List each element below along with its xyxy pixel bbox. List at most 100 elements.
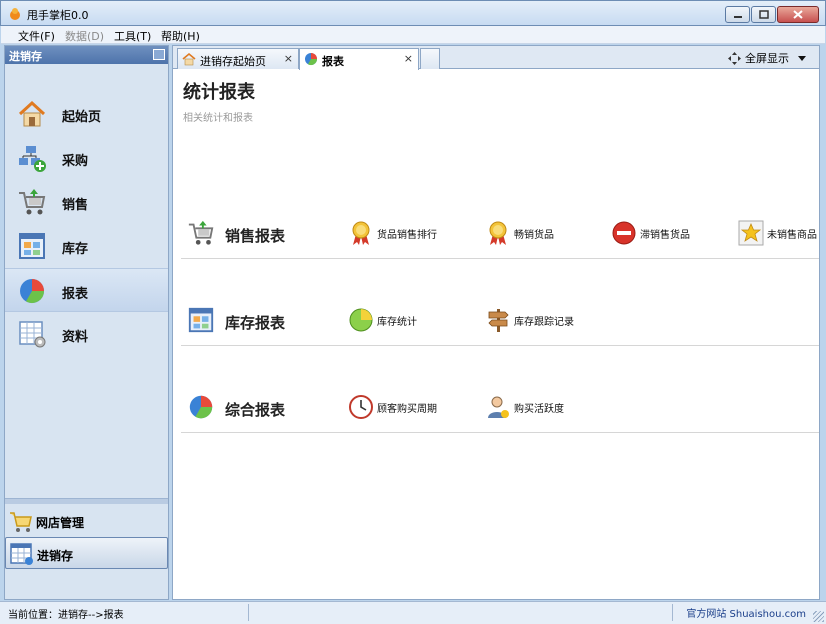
page-title: 统计报表 xyxy=(183,82,255,103)
link-inventory-statistics[interactable]: 库存统计 xyxy=(348,306,417,334)
panel-splitter[interactable] xyxy=(5,498,168,504)
module-shop-management[interactable]: 网店管理 xyxy=(5,505,168,537)
link-product-sales-ranking[interactable]: 货品销售排行 xyxy=(348,219,437,247)
status-bar: 当前位置：进销存-->报表 官方网站 Shuaishou.com xyxy=(0,601,826,624)
link-label: 未销售商品 xyxy=(767,229,817,241)
signpost-icon xyxy=(488,309,509,332)
link-label: 库存统计 xyxy=(377,316,417,328)
menu-tools[interactable]: 工具(T) xyxy=(114,28,151,44)
link-best-selling[interactable]: 畅销货品 xyxy=(485,219,554,247)
status-divider xyxy=(672,604,673,621)
website-link[interactable]: 官方网站 Shuaishou.com xyxy=(686,605,806,620)
current-location: 当前位置：进销存-->报表 xyxy=(8,610,124,621)
tab-label-reports: 报表 xyxy=(322,55,344,68)
nav-item-purchase[interactable]: 采购 xyxy=(5,136,168,180)
new-tab-button[interactable] xyxy=(420,48,440,69)
link-customer-purchase-cycle[interactable]: 顾客购买周期 xyxy=(348,393,437,421)
nav-label-sales: 销售 xyxy=(62,198,89,213)
medal-icon xyxy=(352,221,370,245)
nav-list: 起始页 采购 销售 库存 报表 资料 xyxy=(5,92,168,356)
section-sales-reports: 销售报表 货品销售排行 畅销货品 滞销售货品 未销售商品 xyxy=(181,213,819,259)
module-inventory[interactable]: 进销存 xyxy=(5,537,168,569)
left-panel: 进销存 起始页 采购 销售 库存 报表 资料 网店管理 进销存 xyxy=(4,45,169,600)
nav-item-data[interactable]: 资料 xyxy=(5,312,168,356)
module-label-inventory: 进销存 xyxy=(37,549,74,563)
close-button[interactable] xyxy=(777,6,819,23)
nav-label-purchase: 采购 xyxy=(62,154,89,169)
resize-grip-icon[interactable] xyxy=(813,611,824,622)
link-inventory-tracking[interactable]: 库存跟踪记录 xyxy=(485,306,574,334)
status-divider xyxy=(248,604,249,621)
section-comprehensive-reports: 综合报表 顾客购买周期 购买活跃度 xyxy=(181,387,819,433)
shop-cart-icon xyxy=(10,512,32,532)
link-label: 购买活跃度 xyxy=(514,403,564,415)
minimize-icon xyxy=(733,15,742,18)
tab-label-start-page: 进销存起始页 xyxy=(200,55,266,68)
module-label-shop: 网店管理 xyxy=(36,516,85,530)
page-subtitle: 相关统计和报表 xyxy=(183,113,253,124)
pin-icon[interactable] xyxy=(153,49,165,60)
menu-bar: 文件(F) 数据(D) 工具(T) 帮助(H) xyxy=(1,26,825,44)
link-purchase-activity[interactable]: 购买活跃度 xyxy=(485,393,564,421)
no-entry-icon xyxy=(612,221,636,245)
link-slow-selling[interactable]: 滞销售货品 xyxy=(611,219,690,247)
link-label: 库存跟踪记录 xyxy=(514,316,574,328)
minimize-button[interactable] xyxy=(725,6,750,23)
home-icon xyxy=(182,52,196,66)
section-title-inventory: 库存报表 xyxy=(225,314,286,332)
purchase-icon xyxy=(19,146,46,172)
left-panel-header: 进销存 xyxy=(5,46,168,64)
window-title: 甩手掌柜0.0 xyxy=(27,9,89,22)
nav-label-home: 起始页 xyxy=(62,110,102,125)
tab-strip: 进销存起始页 × 报表 × 全屏显示 xyxy=(173,46,819,70)
inventory-icon xyxy=(188,307,214,333)
section-title-sales: 销售报表 xyxy=(225,227,286,245)
nav-label-data: 资料 xyxy=(62,330,89,345)
nav-item-inventory[interactable]: 库存 xyxy=(5,224,168,268)
nav-item-home[interactable]: 起始页 xyxy=(5,92,168,136)
app-logo-icon xyxy=(10,8,20,20)
clock-icon xyxy=(349,395,373,419)
home-icon xyxy=(18,100,46,127)
nav-label-inventory: 库存 xyxy=(62,242,89,257)
fullscreen-icon xyxy=(728,51,741,65)
close-icon xyxy=(793,10,803,19)
pie-chart-icon xyxy=(189,395,213,419)
title-bar: 甩手掌柜0.0 xyxy=(0,0,826,26)
menu-file[interactable]: 文件(F) xyxy=(18,28,55,44)
cart-icon xyxy=(19,189,46,215)
cart-icon xyxy=(188,220,214,245)
tab-close-icon[interactable]: × xyxy=(404,52,413,65)
nav-item-reports[interactable]: 报表 xyxy=(5,268,168,312)
inventory-module-icon xyxy=(10,543,33,565)
section-title-comprehensive: 综合报表 xyxy=(225,401,286,419)
fullscreen-label: 全屏显示 xyxy=(745,52,789,65)
fullscreen-toggle[interactable]: 全屏显示 xyxy=(728,50,807,66)
medal-icon xyxy=(489,221,507,245)
link-label: 滞销售货品 xyxy=(640,229,690,241)
maximize-button[interactable] xyxy=(751,6,776,23)
inventory-icon xyxy=(19,233,45,259)
nav-label-reports: 报表 xyxy=(62,287,89,302)
section-inventory-reports: 库存报表 库存统计 库存跟踪记录 xyxy=(181,300,819,346)
green-pie-icon xyxy=(349,308,373,332)
menu-data[interactable]: 数据(D) xyxy=(65,28,104,44)
dropdown-arrow-icon[interactable] xyxy=(797,54,807,62)
link-label: 畅销货品 xyxy=(514,229,554,241)
nav-item-sales[interactable]: 销售 xyxy=(5,180,168,224)
module-switcher: 网店管理 进销存 xyxy=(5,505,168,569)
left-panel-title: 进销存 xyxy=(9,50,42,63)
link-unsold-products[interactable]: 未销售商品 xyxy=(738,219,817,247)
menu-help[interactable]: 帮助(H) xyxy=(161,28,200,44)
pie-chart-icon xyxy=(305,53,317,66)
data-icon xyxy=(19,321,46,348)
tab-start-page[interactable]: 进销存起始页 × xyxy=(177,48,299,69)
tab-close-icon[interactable]: × xyxy=(284,52,293,65)
pie-chart-icon xyxy=(20,279,45,304)
tab-reports[interactable]: 报表 × xyxy=(299,48,419,70)
star-icon xyxy=(738,220,764,246)
main-panel: 进销存起始页 × 报表 × 全屏显示 统计报表 相关统计和报表 销售报表 货品销… xyxy=(172,45,820,600)
user-icon xyxy=(488,396,509,418)
link-label: 货品销售排行 xyxy=(377,229,437,241)
maximize-icon xyxy=(758,10,769,19)
